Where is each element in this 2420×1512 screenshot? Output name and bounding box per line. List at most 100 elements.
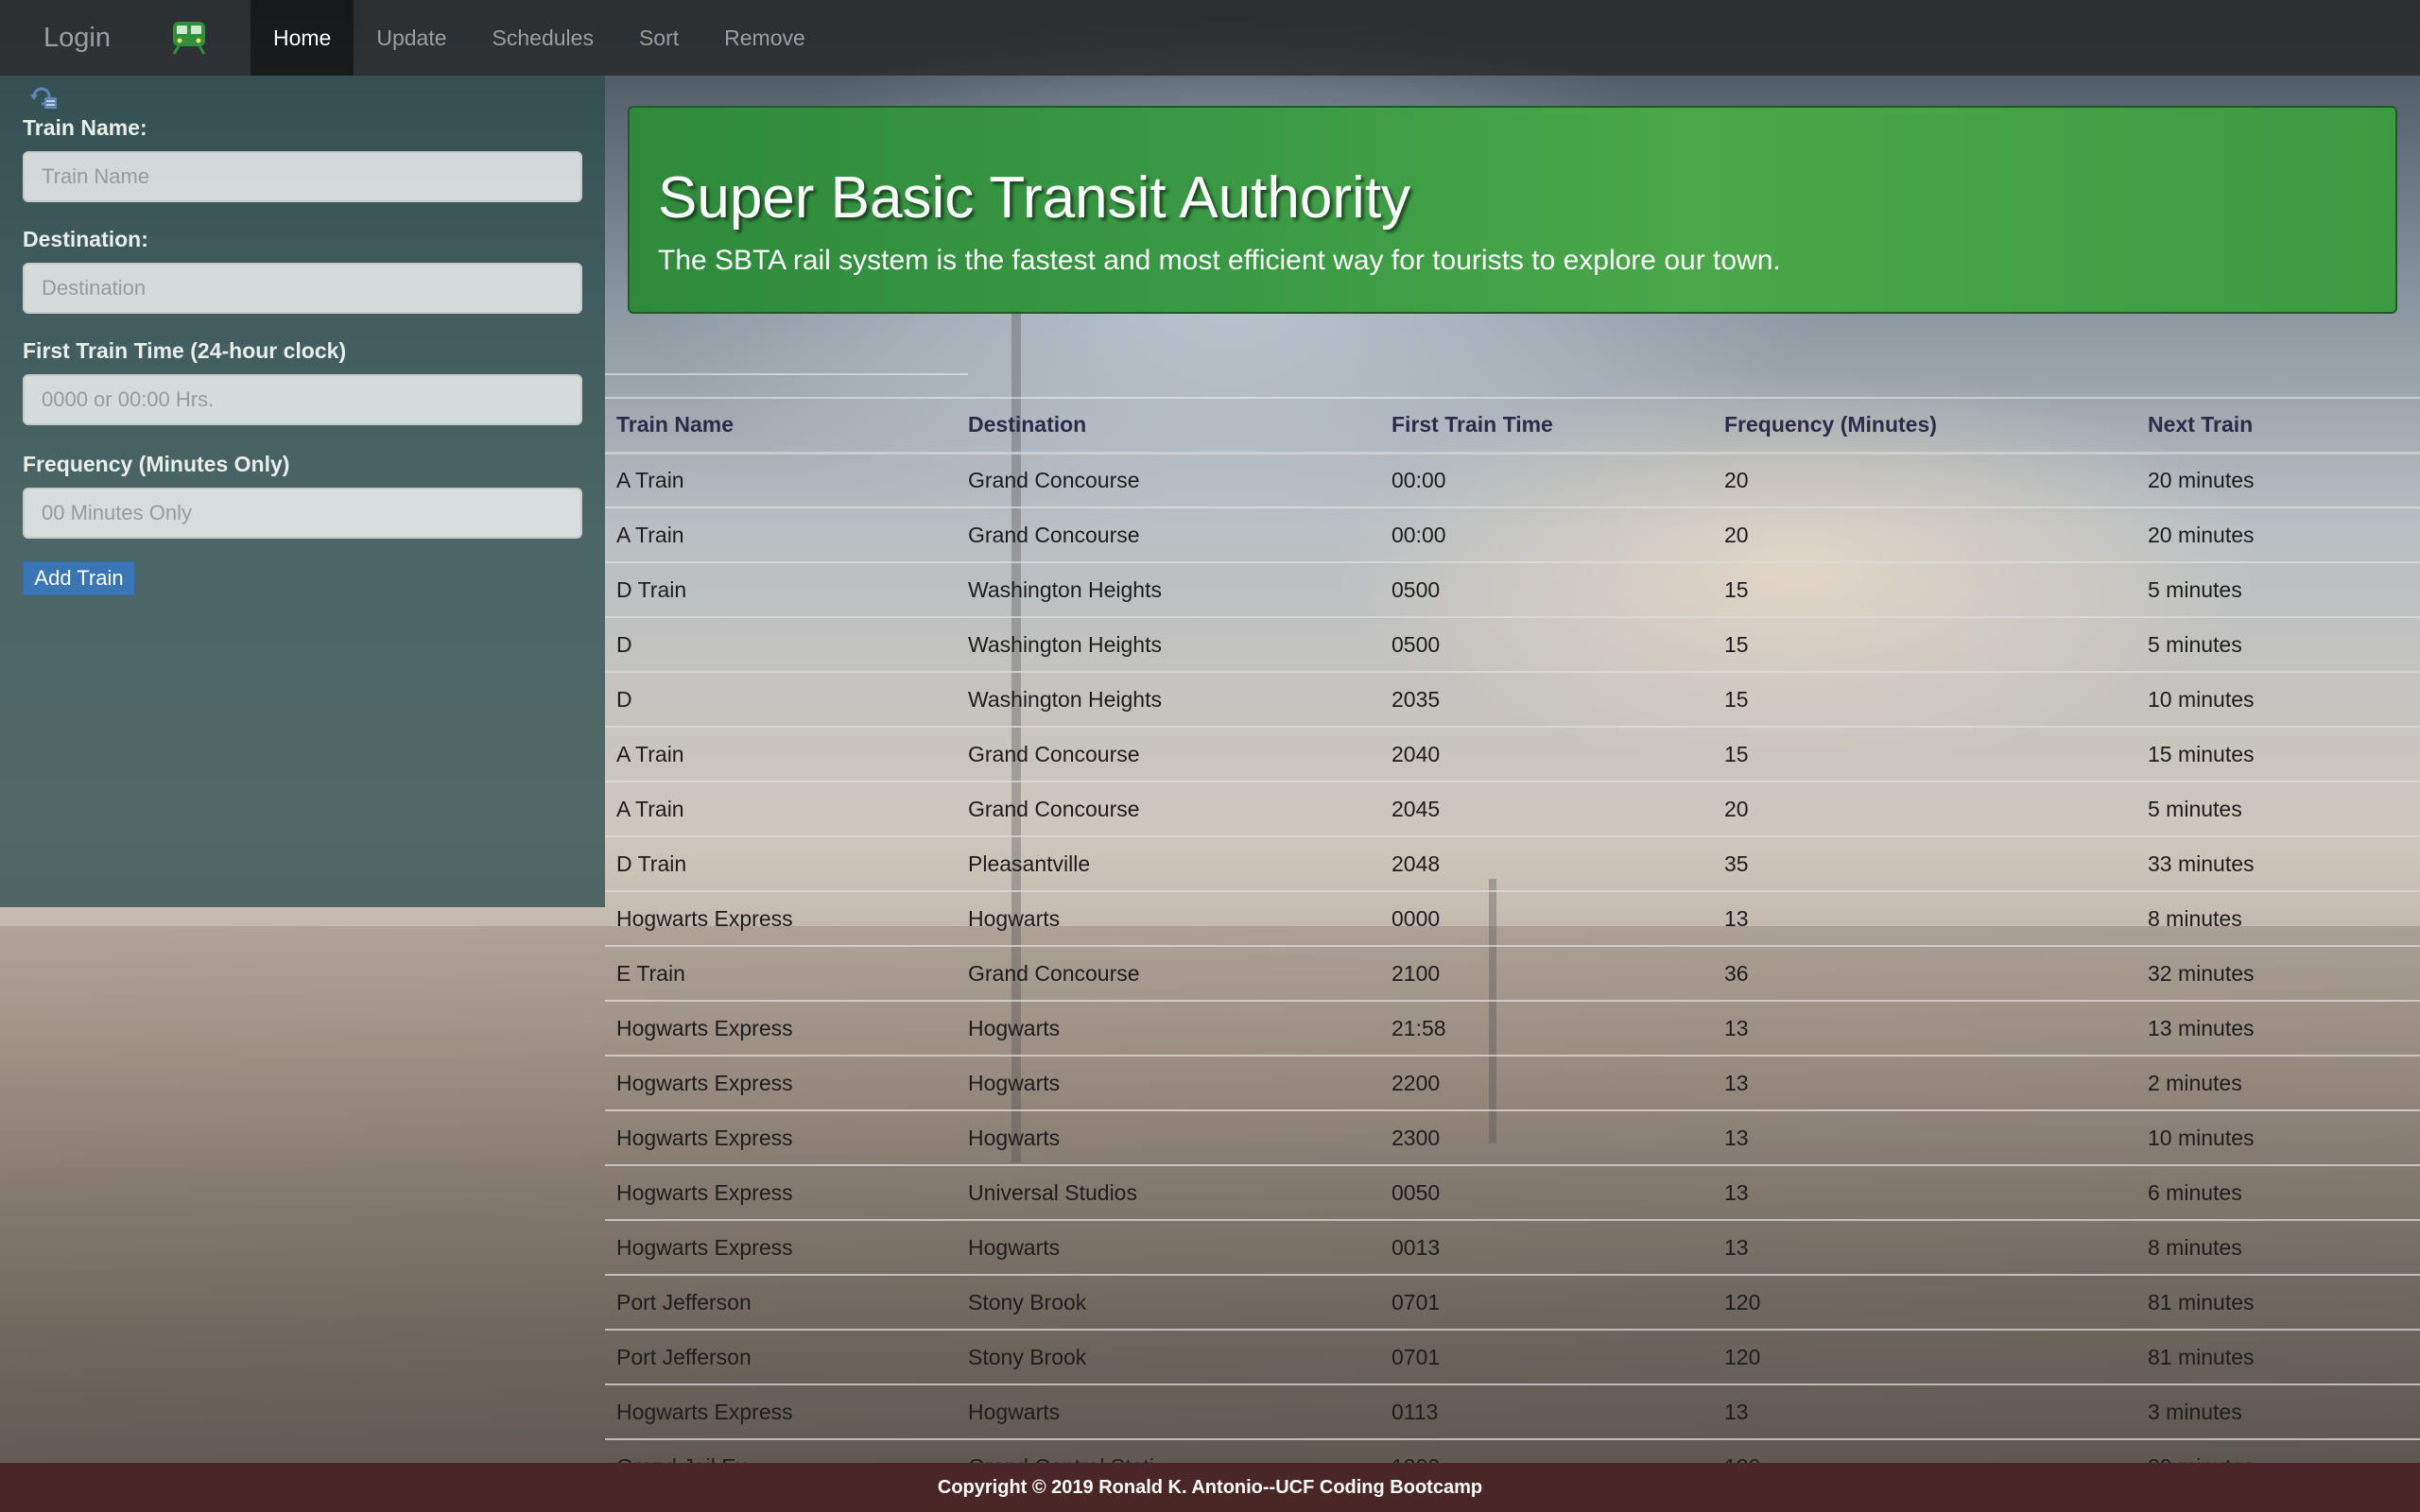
train-icon xyxy=(169,19,209,57)
table-cell: Port Jefferson xyxy=(605,1329,968,1384)
table-cell: Washington Heights xyxy=(968,561,1392,617)
table-cell: 13 xyxy=(1724,890,2148,946)
table-cell: 13 xyxy=(1724,1000,2148,1056)
table-cell: 2300 xyxy=(1392,1109,1724,1165)
table-cell: 15 xyxy=(1724,616,2148,672)
first-train-time-label: First Train Time (24-hour clock) xyxy=(23,338,347,363)
table-cell: 5 minutes xyxy=(2148,561,2420,617)
nav-schedules[interactable]: Schedules xyxy=(470,0,616,76)
add-train-form: Train Name: Destination: First Train Tim… xyxy=(0,76,605,907)
table-row[interactable]: Hogwarts Express Hogwarts 2200 13 2 minutes xyxy=(605,1055,2420,1110)
table-cell: Port Jefferson xyxy=(605,1274,968,1330)
table-cell: 8 minutes xyxy=(2148,890,2420,946)
table-cell: 10 minutes xyxy=(2148,1109,2420,1165)
table-cell: 00:00 xyxy=(1392,452,1724,507)
table-cell: A Train xyxy=(605,507,968,562)
table-cell: 0113 xyxy=(1392,1383,1724,1439)
table-cell: Grand Jail Ex xyxy=(605,1438,968,1463)
column-header[interactable]: Destination xyxy=(968,397,1392,455)
table-cell: A Train xyxy=(605,452,968,507)
table-cell: 13 xyxy=(1724,1219,2148,1275)
table-cell: E Train xyxy=(605,945,968,1001)
table-cell: 13 xyxy=(1724,1164,2148,1220)
divider xyxy=(605,373,968,375)
table-row[interactable]: Port Jefferson Stony Brook 0701 120 81 minut… xyxy=(605,1274,2420,1330)
login-link[interactable]: Login xyxy=(0,23,165,54)
table-cell: 13 xyxy=(1724,1055,2148,1110)
column-header[interactable]: Next Train xyxy=(2148,397,2420,455)
table-cell: 0013 xyxy=(1392,1219,1724,1275)
table-cell: 35 xyxy=(1724,835,2148,891)
table-cell: A Train xyxy=(605,726,968,782)
train-schedule-table: Train Name Destination First Train Time … xyxy=(605,397,2420,1463)
table-cell: 20 minutes xyxy=(2148,507,2420,562)
table-row[interactable]: Port Jefferson Stony Brook 0701 120 81 minut… xyxy=(605,1329,2420,1384)
table-cell: 0701 xyxy=(1392,1274,1724,1330)
table-cell: 13 xyxy=(1724,1383,2148,1439)
page-subtitle: The SBTA rail system is the fastest and … xyxy=(658,245,1781,276)
table-row[interactable]: Grand Jail ExGrand Central Stati12001202… xyxy=(605,1438,2420,1463)
table-row[interactable]: E Train Grand Concourse 2100 36 32 minutes xyxy=(605,945,2420,1001)
first-train-time-input[interactable] xyxy=(23,374,582,425)
table-cell: 8 minutes xyxy=(2148,1219,2420,1275)
table-cell: 2048 xyxy=(1392,835,1724,891)
column-header[interactable]: First Train Time xyxy=(1392,397,1724,455)
table-cell: 0500 xyxy=(1392,616,1724,672)
destination-input[interactable] xyxy=(23,263,582,314)
table-cell: Grand Concourse xyxy=(968,781,1392,836)
frequency-input[interactable] xyxy=(23,488,582,539)
table-cell: 5 minutes xyxy=(2148,616,2420,672)
nav-sort[interactable]: Sort xyxy=(616,0,701,76)
table-cell: Grand Concourse xyxy=(968,945,1392,1001)
table-row[interactable]: Hogwarts Express Hogwarts 0113 13 3 minutes xyxy=(605,1383,2420,1439)
table-cell: 20 xyxy=(1724,781,2148,836)
table-cell: Hogwarts Express xyxy=(605,1164,968,1220)
table-cell: 20 xyxy=(1724,507,2148,562)
table-cell: Hogwarts xyxy=(968,1055,1392,1110)
table-row[interactable]: Hogwarts Express Hogwarts 21:58 13 13 minute… xyxy=(605,1000,2420,1056)
add-train-button[interactable]: Add Train xyxy=(23,561,135,595)
nav-home[interactable]: Home xyxy=(251,0,354,76)
table-cell: 20 xyxy=(1724,452,2148,507)
jumbotron: Super Basic Transit Authority The SBTA r… xyxy=(628,106,2397,314)
footer-copyright: Copyright © 2019 Ronald K. Antonio--UCF … xyxy=(0,1463,2420,1512)
nav-update[interactable]: Update xyxy=(354,0,469,76)
train-name-label: Train Name: xyxy=(23,115,147,140)
table-cell: 20 minutes xyxy=(2148,452,2420,507)
table-cell: Universal Studios xyxy=(968,1164,1392,1220)
train-name-input[interactable] xyxy=(23,151,582,202)
table-cell: Grand Concourse xyxy=(968,507,1392,562)
table-header-row: Train Name Destination First Train Time … xyxy=(605,397,2420,455)
table-row[interactable]: D Washington Heights 0500 15 5 minutes xyxy=(605,616,2420,672)
table-cell: Hogwarts xyxy=(968,890,1392,946)
table-row[interactable]: A Train Grand Concourse 00:00 20 20 minutes xyxy=(605,452,2420,507)
table-cell: 2 minutes xyxy=(2148,1055,2420,1110)
table-row[interactable]: Hogwarts Express Hogwarts 0013 13 8 minutes xyxy=(605,1219,2420,1275)
page-title: Super Basic Transit Authority xyxy=(658,165,1411,231)
table-cell: 15 xyxy=(1724,561,2148,617)
table-cell: 5 minutes xyxy=(2148,781,2420,836)
table-cell: D xyxy=(605,671,968,727)
table-row[interactable]: Hogwarts Express Universal Studios 0050 13 6… xyxy=(605,1164,2420,1220)
nav-remove[interactable]: Remove xyxy=(701,0,828,76)
table-cell: Hogwarts Express xyxy=(605,1383,968,1439)
table-cell: Hogwarts xyxy=(968,1000,1392,1056)
table-row[interactable]: A Train Grand Concourse 2045 20 5 minutes xyxy=(605,781,2420,836)
table-row[interactable]: A Train Grand Concourse 00:00 20 20 minutes xyxy=(605,507,2420,562)
refresh-icon[interactable] xyxy=(28,83,60,112)
table-row[interactable]: D Train Pleasantville 2048 35 33 minutes xyxy=(605,835,2420,891)
table-cell: Hogwarts xyxy=(968,1109,1392,1165)
table-row[interactable]: D Train Washington Heights 0500 15 5 minutes xyxy=(605,561,2420,617)
table-cell: 15 xyxy=(1724,726,2148,782)
column-header[interactable]: Frequency (Minutes) xyxy=(1724,397,2148,455)
table-row[interactable]: A Train Grand Concourse 2040 15 15 minutes xyxy=(605,726,2420,782)
table-cell: 10 minutes xyxy=(2148,671,2420,727)
column-header[interactable]: Train Name xyxy=(605,397,968,455)
table-cell: 6 minutes xyxy=(2148,1164,2420,1220)
table-row[interactable]: D Washington Heights 2035 15 10 minutes xyxy=(605,671,2420,727)
table-cell: 0000 xyxy=(1392,890,1724,946)
table-row[interactable]: Hogwarts Express Hogwarts 2300 13 10 minutes xyxy=(605,1109,2420,1165)
table-row[interactable]: Hogwarts Express Hogwarts 0000 13 8 minutes xyxy=(605,890,2420,946)
table-cell: 00:00 xyxy=(1392,507,1724,562)
destination-label: Destination: xyxy=(23,227,148,251)
